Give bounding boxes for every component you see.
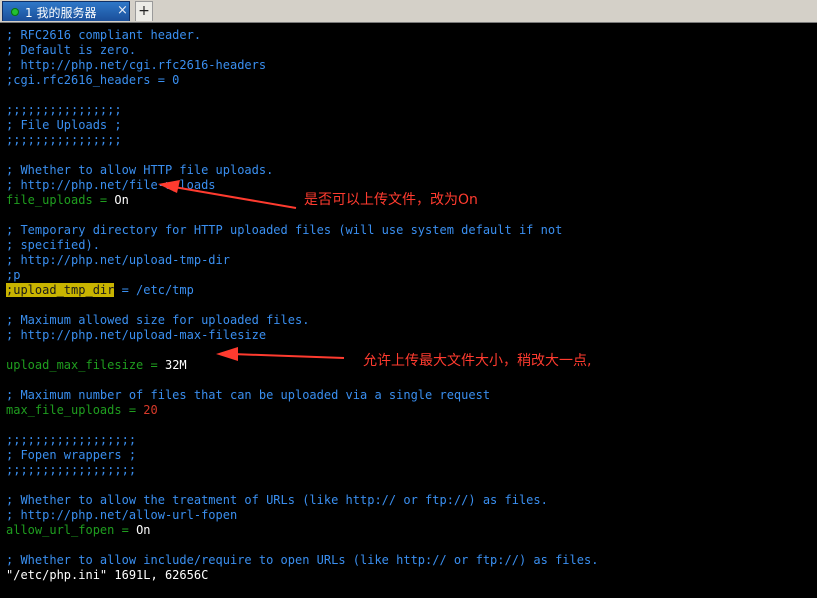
editor-line: ;;;;;;;;;;;;;;;;;; [6, 433, 137, 447]
editor-line: ; specified). [6, 238, 100, 252]
config-key: max_file_uploads [6, 403, 122, 417]
tab-bar: 1 我的服务器 × + [0, 0, 817, 23]
vim-status-line: "/etc/php.ini" 1691L, 62656C [6, 568, 209, 582]
editor-line: ; Whether to allow include/require to op… [6, 553, 599, 567]
annotation-arrow-2 [216, 347, 345, 361]
editor-line: ;;;;;;;;;;;;;;;; [6, 103, 122, 117]
editor-line: ; http://php.net/allow-url-fopen [6, 508, 238, 522]
config-equals: = [121, 403, 144, 417]
annotation-upload-max-filesize: 允许上传最大文件大小，稍改大一点, [363, 353, 592, 369]
editor-line: ; Maximum allowed size for uploaded file… [6, 313, 310, 327]
editor-line-allow-url-fopen: allow_url_fopen = On [6, 523, 151, 538]
editor-line: ; Whether to allow the treatment of URLs… [6, 493, 548, 507]
config-key: upload_max_filesize [6, 358, 144, 372]
arrow-shaft [173, 186, 297, 209]
config-equals: = [92, 193, 115, 207]
arrow-head [158, 180, 180, 193]
terminal-content[interactable]: ; RFC2616 compliant header. ; Default is… [6, 28, 811, 588]
arrow-head [216, 347, 238, 361]
config-rest: = /etc/tmp [114, 283, 194, 297]
editor-line: ; File Uploads ; [6, 118, 122, 132]
config-value: 20 [143, 403, 158, 417]
config-value: On [114, 193, 129, 207]
connection-status-icon [11, 8, 19, 16]
editor-line: ; Default is zero. [6, 43, 137, 57]
editor-line: ; Whether to allow HTTP file uploads. [6, 163, 274, 177]
search-highlight: ;upload_tmp_dir [6, 283, 115, 297]
annotation-arrow-1 [158, 180, 297, 209]
config-key: file_uploads [6, 193, 93, 207]
editor-line: ; http://php.net/upload-tmp-dir [6, 253, 230, 267]
editor-line: ; Temporary directory for HTTP uploaded … [6, 223, 563, 237]
config-value: 32M [164, 358, 187, 372]
editor-line: ; Fopen wrappers ; [6, 448, 137, 462]
annotation-file-uploads: 是否可以上传文件，改为On [304, 192, 478, 208]
editor-line-upload-max-filesize: upload_max_filesize = 32M [6, 358, 187, 373]
arrow-shaft [231, 353, 345, 359]
config-value: On [136, 523, 151, 537]
config-equals: = [114, 523, 137, 537]
editor-line: ; RFC2616 compliant header. [6, 28, 202, 42]
close-icon[interactable]: × [117, 3, 128, 18]
config-equals: = [143, 358, 165, 372]
editor-line: ; http://php.net/upload-max-filesize [6, 328, 267, 342]
editor-line: ;;;;;;;;;;;;;;;; [6, 133, 122, 147]
editor-line: ; Maximum number of files that can be up… [6, 388, 491, 402]
editor-line-file-uploads: file_uploads = On [6, 193, 129, 208]
config-key: allow_url_fopen [6, 523, 115, 537]
editor-line: ;;;;;;;;;;;;;;;;;; [6, 463, 137, 477]
editor-line: ;p [6, 268, 21, 282]
editor-line: ; http://php.net/cgi.rfc2616-headers [6, 58, 267, 72]
editor-line-upload-tmp-dir: ;upload_tmp_dir = /etc/tmp [6, 283, 194, 298]
add-tab-button[interactable]: + [135, 1, 153, 21]
editor-line: ;cgi.rfc2616_headers = 0 [6, 73, 180, 87]
tab-label: 1 我的服务器 [25, 6, 97, 20]
editor-line-max-file-uploads: max_file_uploads = 20 [6, 403, 158, 418]
tab-my-server[interactable]: 1 我的服务器 × [2, 1, 130, 21]
